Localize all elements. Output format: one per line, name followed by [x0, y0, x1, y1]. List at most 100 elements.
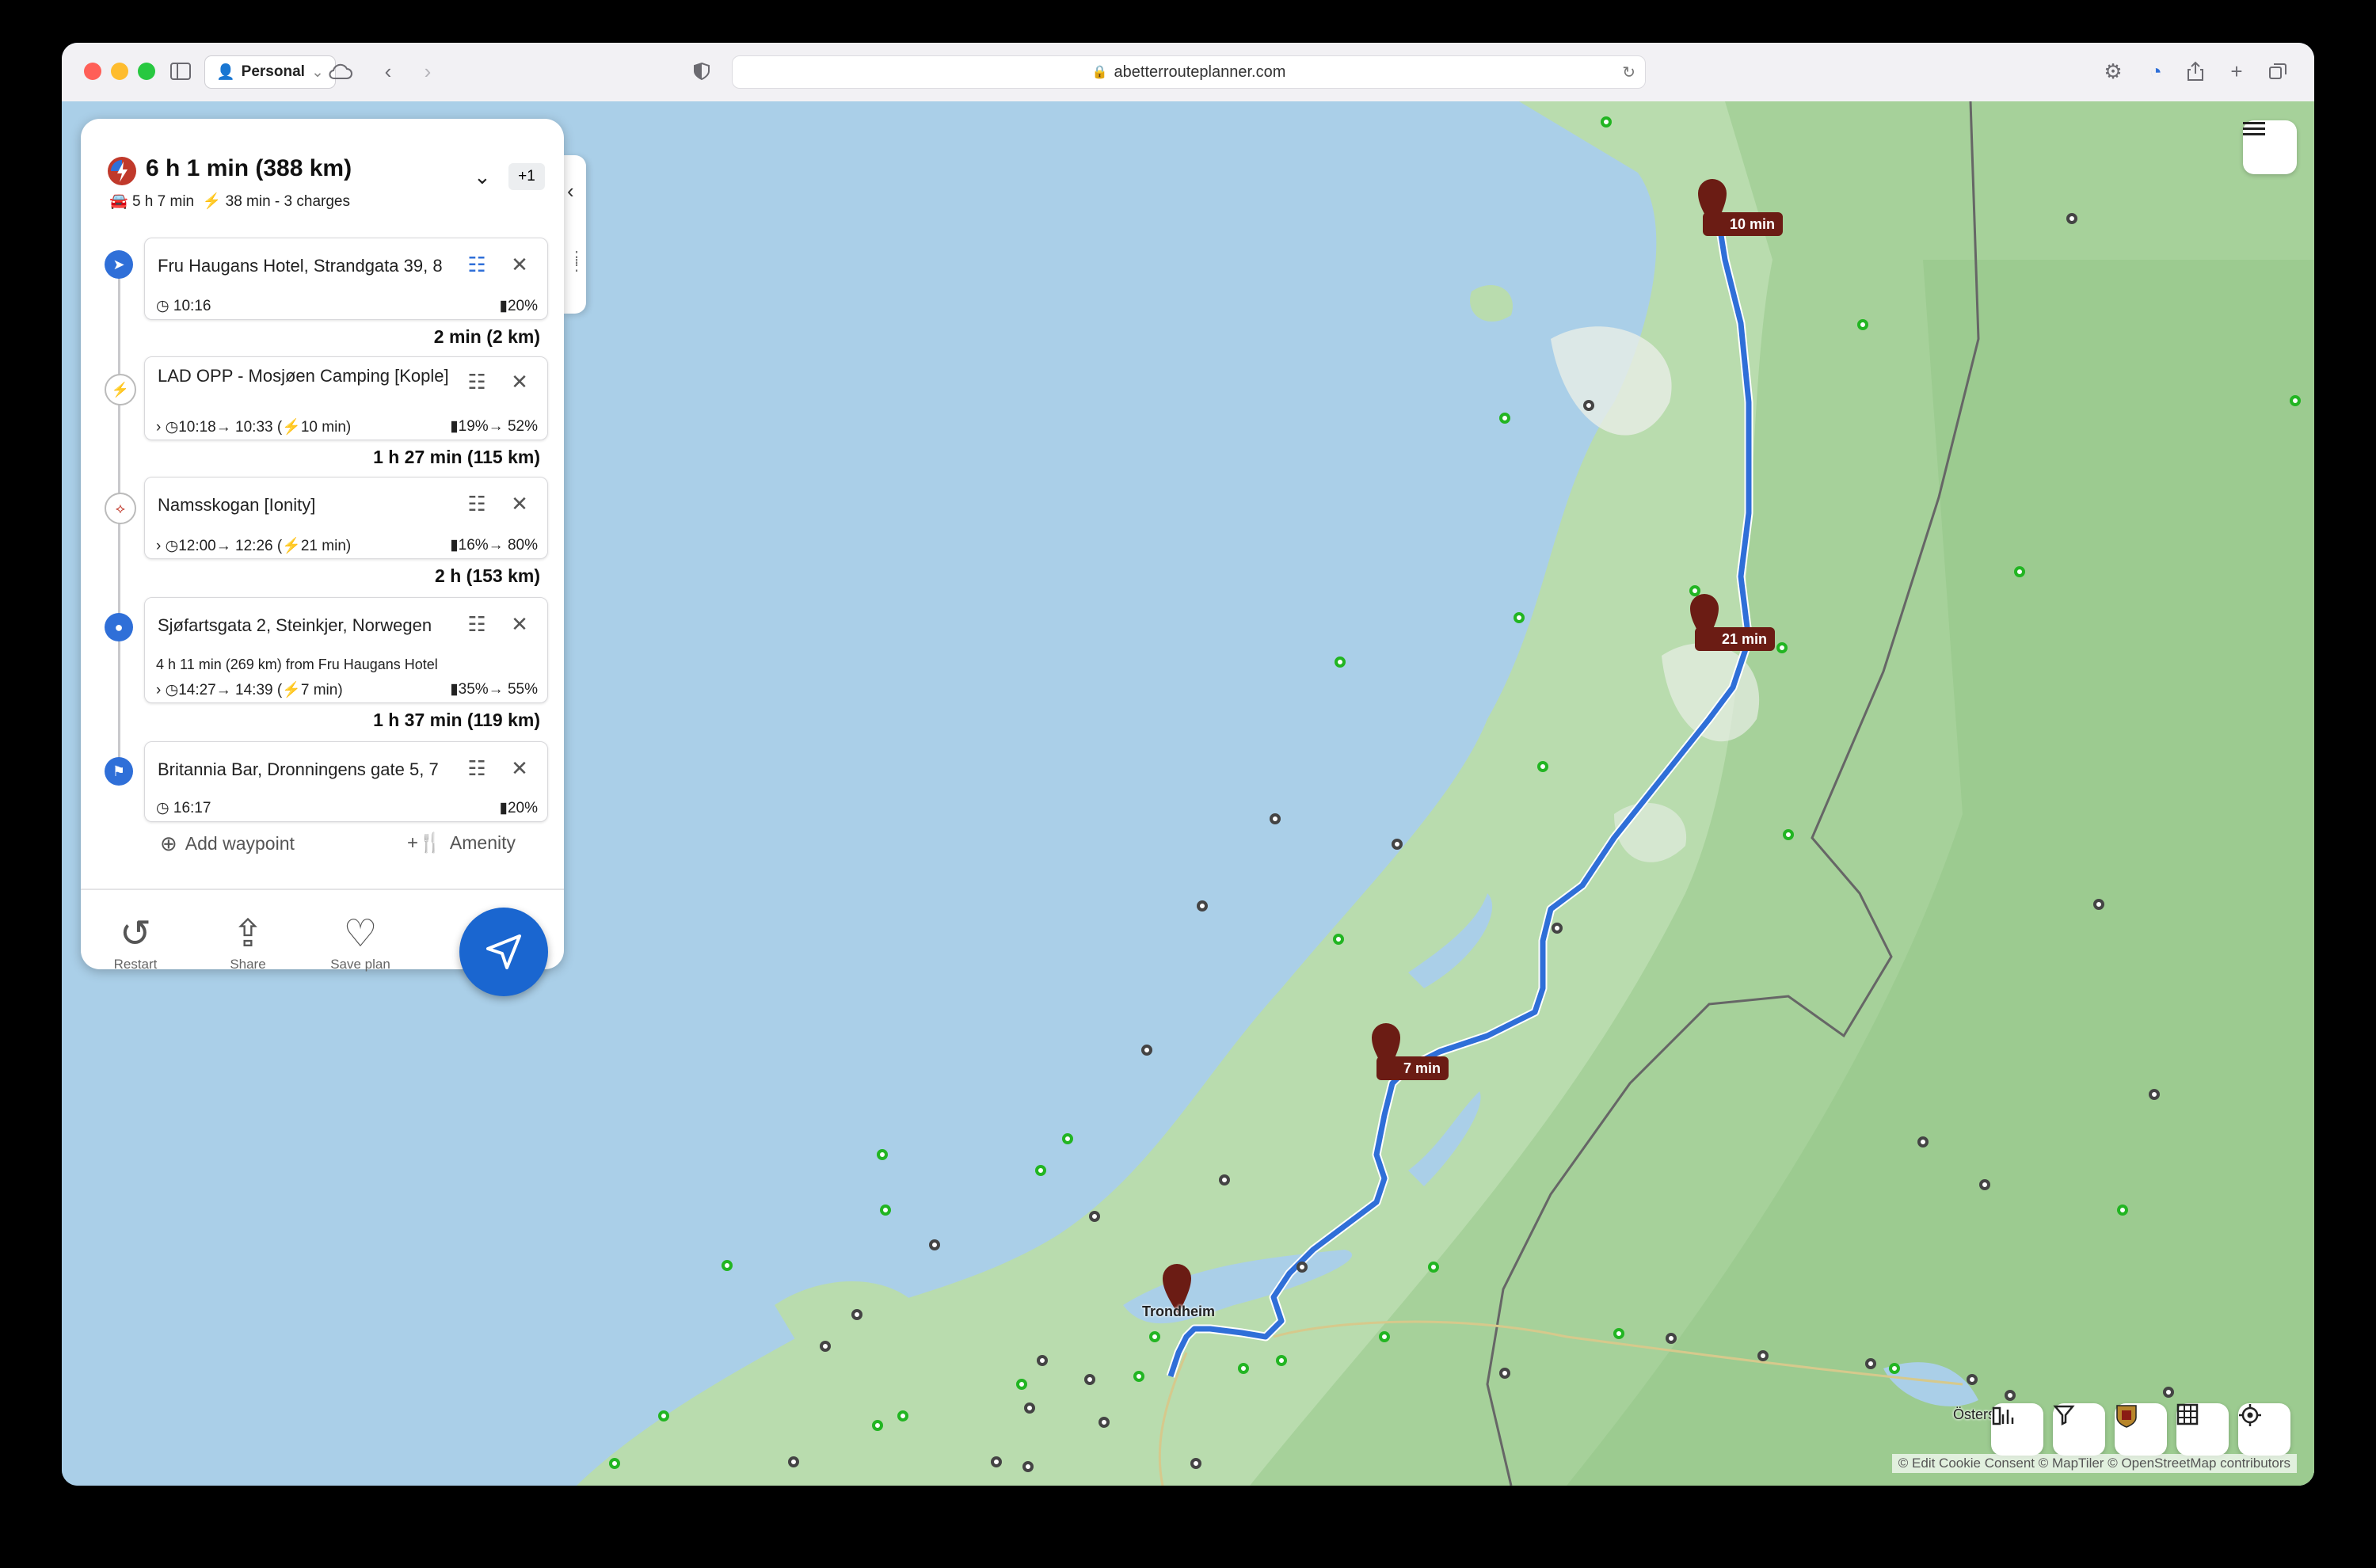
fork-knife-icon: +🍴	[407, 832, 442, 854]
route-panel: 6 h 1 min (388 km) 🚘 5 h 7 min ⚡ 38 min …	[81, 119, 564, 996]
car-brand-crest-icon[interactable]	[2115, 1403, 2167, 1456]
save-plan-button[interactable]: ♡ Save plan	[317, 912, 404, 972]
waypoint-soc: 20%	[507, 800, 538, 816]
clock-icon: ◷	[156, 298, 169, 314]
zoom-window-button[interactable]	[138, 63, 155, 80]
waypoint-name[interactable]: LAD OPP - Mosjøen Camping [Kople]	[158, 365, 451, 387]
map-attribution[interactable]: © Edit Cookie Consent © MapTiler © OpenS…	[1891, 1454, 2297, 1473]
bolt-icon: ⚡	[282, 538, 301, 554]
amenity-label: Amenity	[449, 832, 516, 853]
charge-stop-label-3[interactable]: 7 min	[1376, 1056, 1449, 1080]
chevron-right-icon[interactable]: ›	[156, 538, 161, 554]
forward-icon[interactable]: ›	[413, 57, 442, 86]
profile-selector[interactable]: 👤 Personal ⌄	[204, 55, 336, 89]
reload-icon[interactable]: ↻	[1622, 63, 1635, 82]
bolt-icon: ⚡	[202, 193, 222, 210]
chart-icon[interactable]	[1991, 1403, 2043, 1456]
charge-stop-label-1[interactable]: 10 min	[1703, 212, 1784, 236]
leg-duration: 2 min (2 km)	[433, 326, 540, 347]
back-icon[interactable]: ‹	[374, 57, 402, 86]
charge-duration: 21 min)	[300, 538, 352, 554]
waypoint-soc: 16%→ 80%	[458, 537, 538, 554]
battery-icon: ▮	[450, 681, 459, 698]
collapse-panel-button[interactable]: ‹ ⋮ ⋮	[562, 155, 586, 314]
waypoint-time: 10:16	[173, 298, 211, 314]
add-location-icon: ⊕	[160, 832, 177, 855]
chevron-right-icon[interactable]: ›	[156, 419, 161, 436]
extension-icon[interactable]: ◔	[2142, 57, 2170, 86]
share-icon: ⇪	[231, 913, 265, 955]
hamburger-menu-button[interactable]	[2243, 120, 2297, 174]
charge-duration: 10 min)	[300, 419, 352, 436]
waypoint-time: 16:17	[173, 800, 211, 816]
battery-icon: ▮	[450, 418, 459, 435]
chevron-left-icon: ‹	[567, 179, 574, 203]
clock-icon: ◷	[165, 682, 179, 698]
waypoint-time: 10:18→ 10:33 (	[178, 419, 283, 436]
settings-sliders-icon[interactable]: ☷	[465, 612, 489, 636]
privacy-shield-icon[interactable]	[687, 57, 716, 86]
settings-sliders-icon[interactable]: ☷	[465, 370, 489, 394]
heart-icon: ♡	[343, 913, 378, 955]
filter-icon[interactable]	[2053, 1403, 2105, 1456]
drag-handle-icon[interactable]: ⋮ ⋮	[569, 249, 584, 273]
lock-icon: 🔒	[1091, 66, 1108, 79]
car-icon: 🚘	[109, 193, 128, 210]
leg-duration: 1 h 27 min (115 km)	[373, 447, 540, 467]
grid-layer-icon[interactable]	[2176, 1403, 2229, 1456]
share-icon[interactable]	[2181, 57, 2210, 86]
waypoint-name[interactable]: Namsskogan [Ionity]	[158, 495, 451, 516]
close-icon[interactable]: ✕	[508, 756, 531, 780]
charge-stop-label-2[interactable]: 21 min	[1695, 627, 1776, 651]
waypoint-time: 12:00→ 12:26 (	[178, 538, 283, 554]
restart-label: Restart	[113, 957, 158, 972]
save-plan-label: Save plan	[330, 957, 390, 972]
settings-sliders-icon[interactable]: ☷	[465, 253, 489, 276]
chevron-down-icon: ⌄	[310, 63, 324, 81]
charge-duration: 7 min)	[300, 682, 343, 698]
address-bar[interactable]: 🔒 abetterrouteplanner.com ↻	[732, 55, 1646, 89]
waypoint-card-start[interactable]: Fru Haugans Hotel, Strandgata 39, 8 ☷ ✕ …	[144, 238, 548, 320]
battery-icon: ▮	[499, 298, 508, 314]
locate-me-icon[interactable]	[2238, 1403, 2290, 1456]
drive-time: 5 h 7 min	[131, 193, 195, 210]
sidebar-icon[interactable]	[166, 57, 195, 86]
app-logo-icon	[105, 154, 139, 188]
settings-gear-icon[interactable]: ⚙	[2099, 57, 2127, 86]
battery-icon: ▮	[499, 800, 508, 816]
waypoint-soc: 35%→ 55%	[458, 681, 538, 698]
chevron-right-icon[interactable]: ›	[156, 682, 161, 698]
alternatives-badge[interactable]: +1	[508, 163, 545, 190]
close-icon[interactable]: ✕	[508, 612, 531, 636]
finish-flag-icon: ⚑	[105, 757, 133, 786]
settings-sliders-icon[interactable]: ☷	[465, 492, 489, 516]
add-waypoint-button[interactable]: ⊕ Add waypoint	[160, 832, 295, 856]
restart-button[interactable]: ↺ Restart	[92, 912, 179, 972]
tab-overview-icon[interactable]	[2264, 57, 2292, 86]
waypoint-card-charger-2[interactable]: Namsskogan [Ionity] ☷ ✕ › ◷12:00→ 12:26 …	[144, 477, 548, 559]
close-icon[interactable]: ✕	[508, 253, 531, 276]
waypoint-name[interactable]: Britannia Bar, Dronningens gate 5, 7	[158, 759, 466, 780]
waypoint-card-charger-1[interactable]: LAD OPP - Mosjøen Camping [Kople] ☷ ✕ › …	[144, 356, 548, 440]
minimize-window-button[interactable]	[111, 63, 128, 80]
close-window-button[interactable]	[84, 63, 101, 80]
settings-sliders-icon[interactable]: ☷	[465, 756, 489, 780]
waypoint-name[interactable]: Sjøfartsgata 2, Steinkjer, Norwegen	[158, 615, 466, 636]
waypoint-card-destination[interactable]: Britannia Bar, Dronningens gate 5, 7 ☷ ✕…	[144, 741, 548, 822]
charger-icon: ⚡	[105, 374, 136, 405]
chevron-down-icon[interactable]: ⌄	[474, 165, 491, 189]
cloud-icon[interactable]	[326, 57, 355, 86]
add-waypoint-label: Add waypoint	[185, 833, 295, 854]
waypoint-name[interactable]: Fru Haugans Hotel, Strandgata 39, 8	[158, 256, 463, 276]
close-icon[interactable]: ✕	[508, 370, 531, 394]
waypoint-detail: 4 h 11 min (269 km) from Fru Haugans Hot…	[156, 657, 438, 672]
new-tab-icon[interactable]: +	[2222, 57, 2251, 86]
close-icon[interactable]: ✕	[508, 492, 531, 516]
route-total: 6 h 1 min (388 km)	[146, 155, 352, 181]
leg-duration: 1 h 37 min (119 km)	[373, 710, 540, 730]
amenity-button[interactable]: +🍴 Amenity	[407, 832, 516, 854]
battery-icon: ▮	[450, 537, 459, 554]
navigate-button[interactable]	[459, 908, 548, 996]
share-button[interactable]: ⇪ Share	[204, 912, 291, 972]
waypoint-card-stop[interactable]: Sjøfartsgata 2, Steinkjer, Norwegen ☷ ✕ …	[144, 597, 548, 703]
